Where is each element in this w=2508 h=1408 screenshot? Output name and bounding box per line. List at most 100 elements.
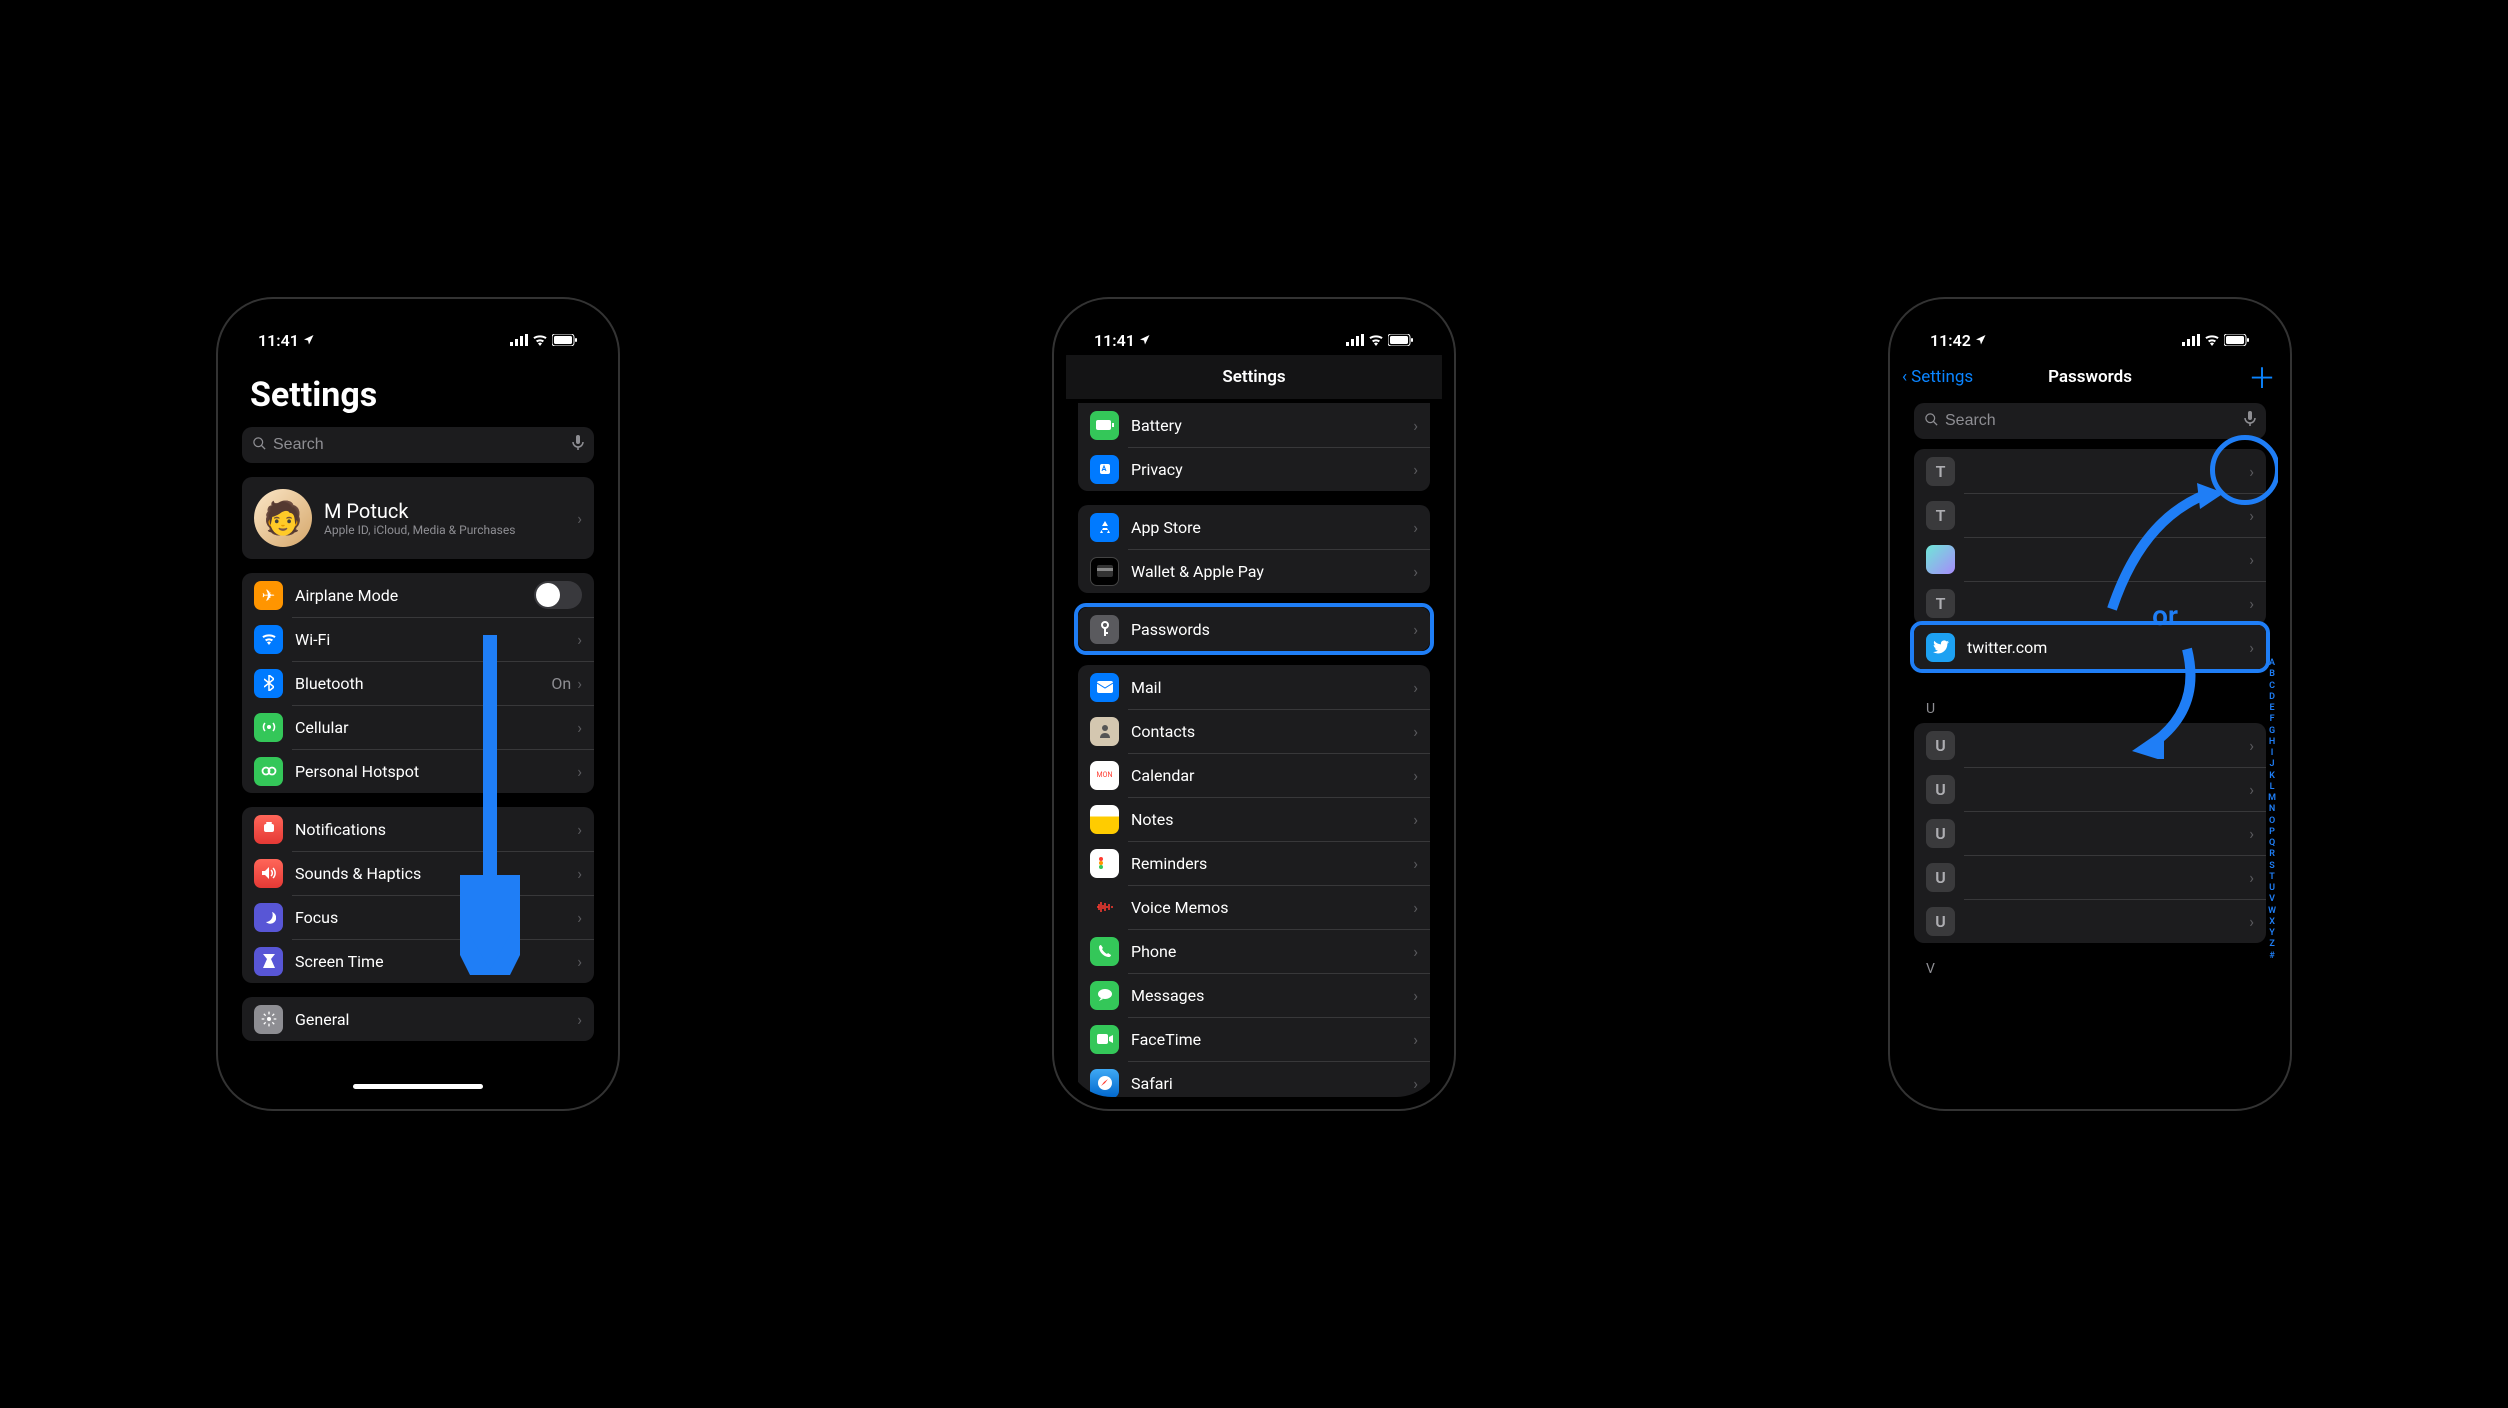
index-letter[interactable]: I bbox=[2268, 748, 2276, 759]
focus-row[interactable]: Focus › bbox=[242, 895, 594, 939]
row-label: Reminders bbox=[1131, 854, 1413, 873]
chevron-right-icon: › bbox=[577, 952, 582, 971]
contacts-row[interactable]: Contacts › bbox=[1078, 709, 1430, 753]
cellular-row[interactable]: Cellular › bbox=[242, 705, 594, 749]
index-letter[interactable]: G bbox=[2268, 726, 2276, 737]
index-letter[interactable]: S bbox=[2268, 861, 2276, 872]
row-label: Phone bbox=[1131, 942, 1413, 961]
notes-row[interactable]: Notes › bbox=[1078, 797, 1430, 841]
reminders-row[interactable]: Reminders › bbox=[1078, 841, 1430, 885]
index-letter[interactable]: C bbox=[2268, 681, 2276, 692]
calendar-row[interactable]: MON Calendar › bbox=[1078, 753, 1430, 797]
site-letter-icon: U bbox=[1926, 863, 1955, 892]
airplane-mode-row[interactable]: ✈ Airplane Mode bbox=[242, 573, 594, 617]
apple-id-row[interactable]: 🧑 M Potuck Apple ID, iCloud, Media & Pur… bbox=[242, 477, 594, 559]
search-bar[interactable] bbox=[1914, 403, 2266, 439]
password-entry-row[interactable]: U › bbox=[1914, 767, 2266, 811]
index-letter[interactable]: D bbox=[2268, 692, 2276, 703]
wifi-icon bbox=[532, 331, 548, 350]
password-entry-row[interactable]: › bbox=[1914, 537, 2266, 581]
password-entry-row[interactable]: U › bbox=[1914, 855, 2266, 899]
status-bar: 11:42 bbox=[1902, 311, 2278, 355]
chevron-right-icon: › bbox=[577, 864, 582, 883]
passwords-row[interactable]: Passwords › bbox=[1078, 607, 1430, 651]
appstore-row[interactable]: App Store › bbox=[1078, 505, 1430, 549]
password-entry-row[interactable]: U › bbox=[1914, 723, 2266, 767]
phone-settings-scrolled: 11:41 Settings Battery › Privac bbox=[1054, 299, 1454, 1109]
password-entry-row[interactable]: U › bbox=[1914, 899, 2266, 943]
notifications-row[interactable]: Notifications › bbox=[242, 807, 594, 851]
nav-back-button[interactable]: ‹ Settings bbox=[1902, 367, 1973, 387]
index-letter[interactable]: Y bbox=[2268, 928, 2276, 939]
index-letter[interactable]: V bbox=[2268, 894, 2276, 905]
password-entry-row[interactable]: T › bbox=[1914, 493, 2266, 537]
settings-group-connectivity: ✈ Airplane Mode Wi-Fi › Bluetooth On › bbox=[242, 573, 594, 793]
mic-icon[interactable] bbox=[2244, 411, 2256, 431]
row-label: Bluetooth bbox=[295, 674, 551, 693]
index-letter[interactable]: L bbox=[2268, 782, 2276, 793]
password-entry-row[interactable]: T › bbox=[1914, 449, 2266, 493]
add-button[interactable]: ＋ bbox=[2248, 357, 2276, 397]
sounds-row[interactable]: Sounds & Haptics › bbox=[242, 851, 594, 895]
signal-icon bbox=[1346, 331, 1364, 350]
mic-icon[interactable] bbox=[572, 435, 584, 455]
chevron-right-icon: › bbox=[577, 674, 582, 693]
index-letter[interactable]: A bbox=[2268, 658, 2276, 669]
index-bar[interactable]: ABCDEFGHIJKLMNOPQRSTUVWXYZ# bbox=[2268, 539, 2276, 1081]
chevron-right-icon: › bbox=[1413, 722, 1418, 741]
search-input[interactable] bbox=[1945, 412, 2238, 430]
index-letter[interactable]: H bbox=[2268, 737, 2276, 748]
cellular-icon bbox=[254, 713, 283, 742]
row-value: On bbox=[551, 674, 571, 693]
hotspot-row[interactable]: Personal Hotspot › bbox=[242, 749, 594, 793]
index-letter[interactable]: X bbox=[2268, 917, 2276, 928]
general-row[interactable]: General › bbox=[242, 997, 594, 1041]
safari-row[interactable]: Safari › bbox=[1078, 1061, 1430, 1097]
mail-row[interactable]: Mail › bbox=[1078, 665, 1430, 709]
password-entry-row[interactable]: U › bbox=[1914, 811, 2266, 855]
bluetooth-row[interactable]: Bluetooth On › bbox=[242, 661, 594, 705]
messages-row[interactable]: Messages › bbox=[1078, 973, 1430, 1017]
index-letter[interactable]: E bbox=[2268, 703, 2276, 714]
row-label: Cellular bbox=[295, 718, 577, 737]
index-letter[interactable]: # bbox=[2268, 951, 2276, 962]
index-letter[interactable]: R bbox=[2268, 849, 2276, 860]
privacy-row[interactable]: Privacy › bbox=[1078, 447, 1430, 491]
index-letter[interactable]: O bbox=[2268, 816, 2276, 827]
password-entry-row[interactable]: T › bbox=[1914, 581, 2266, 625]
index-letter[interactable]: J bbox=[2268, 759, 2276, 770]
index-letter[interactable]: Q bbox=[2268, 838, 2276, 849]
screentime-row[interactable]: Screen Time › bbox=[242, 939, 594, 983]
chevron-right-icon: › bbox=[2249, 506, 2254, 525]
voicememos-row[interactable]: Voice Memos › bbox=[1078, 885, 1430, 929]
chevron-right-icon: › bbox=[577, 718, 582, 737]
page-title: Settings bbox=[242, 355, 594, 427]
twitter-icon bbox=[1926, 633, 1955, 662]
chevron-right-icon: › bbox=[1413, 766, 1418, 785]
index-letter[interactable]: W bbox=[2268, 906, 2276, 917]
wallet-row[interactable]: Wallet & Apple Pay › bbox=[1078, 549, 1430, 593]
phone-icon bbox=[1090, 937, 1119, 966]
index-letter[interactable]: Z bbox=[2268, 939, 2276, 950]
row-label: Calendar bbox=[1131, 766, 1413, 785]
location-icon bbox=[1139, 331, 1151, 350]
airplane-toggle[interactable] bbox=[534, 581, 582, 609]
index-letter[interactable]: K bbox=[2268, 771, 2276, 782]
site-letter-icon: U bbox=[1926, 907, 1955, 936]
index-letter[interactable]: M bbox=[2268, 793, 2276, 804]
search-input[interactable] bbox=[273, 436, 566, 454]
search-bar[interactable] bbox=[242, 427, 594, 463]
wifi-row[interactable]: Wi-Fi › bbox=[242, 617, 594, 661]
battery-row[interactable]: Battery › bbox=[1078, 403, 1430, 447]
index-letter[interactable]: T bbox=[2268, 872, 2276, 883]
index-letter[interactable]: F bbox=[2268, 714, 2276, 725]
index-letter[interactable]: N bbox=[2268, 804, 2276, 815]
index-letter[interactable]: U bbox=[2268, 883, 2276, 894]
index-letter[interactable]: B bbox=[2268, 669, 2276, 680]
phone-row[interactable]: Phone › bbox=[1078, 929, 1430, 973]
facetime-row[interactable]: FaceTime › bbox=[1078, 1017, 1430, 1061]
index-letter[interactable]: P bbox=[2268, 827, 2276, 838]
twitter-password-row[interactable]: twitter.com › bbox=[1914, 625, 2266, 669]
home-indicator[interactable] bbox=[353, 1084, 483, 1089]
status-bar: 11:41 bbox=[230, 311, 606, 355]
